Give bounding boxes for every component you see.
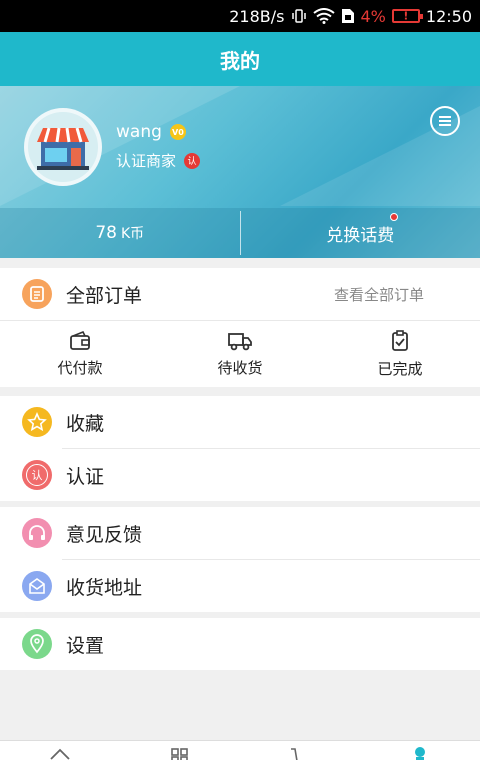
order-status-label: 待收货 — [217, 358, 263, 377]
tab-cart[interactable] — [240, 741, 360, 760]
clipboard-check-icon — [392, 329, 408, 351]
battery-percent: 4% — [360, 6, 386, 26]
favorites-label: 收藏 — [66, 412, 105, 435]
order-status-completed[interactable]: 已完成 — [320, 321, 480, 387]
sim-icon — [341, 8, 355, 24]
address-icon — [22, 571, 52, 601]
exchange-label: 兑换话费 — [326, 225, 395, 246]
orders-icon — [22, 279, 52, 309]
battery-icon: ! — [391, 9, 423, 23]
order-status-pending-receipt[interactable]: 待收货 — [160, 321, 320, 387]
truck-icon — [228, 332, 252, 350]
settings-row[interactable]: 设置 — [0, 618, 480, 670]
vibrate-icon — [291, 8, 307, 24]
tab-profile[interactable] — [360, 741, 480, 760]
coins-balance[interactable]: 78 K币 — [0, 208, 240, 258]
menu-group-settings: 设置 — [0, 618, 480, 670]
username: wang V0 — [116, 122, 186, 142]
profile-header: wang V0 认证商家 认 78 K币 兑换话费 — [0, 86, 480, 258]
certified-badge: 认 — [184, 152, 201, 169]
merchant-status: 认证商家 认 — [116, 150, 201, 171]
certification-row[interactable]: 认 认证 — [0, 449, 480, 501]
shop-icon — [37, 127, 89, 170]
avatar[interactable] — [24, 108, 102, 186]
message-icon[interactable] — [430, 106, 460, 136]
page-title: 我的 — [0, 32, 480, 86]
settings-label: 设置 — [66, 634, 105, 657]
favorites-row[interactable]: 收藏 — [0, 396, 480, 448]
feedback-row[interactable]: 意见反馈 — [0, 507, 480, 559]
profile-icon — [415, 747, 425, 760]
coins-value: 78 — [95, 223, 117, 243]
order-status-pending-payment[interactable]: 代付款 — [0, 321, 160, 387]
headphones-icon — [22, 518, 52, 548]
certification-label: 认证 — [66, 465, 105, 488]
tab-home[interactable] — [0, 741, 120, 760]
star-icon — [22, 407, 52, 437]
all-orders-label: 全部订单 — [66, 284, 143, 307]
tab-category[interactable] — [120, 741, 240, 760]
order-status-label: 已完成 — [377, 359, 423, 378]
feedback-label: 意见反馈 — [66, 523, 143, 546]
status-bar: 218B/s 4% ! 12:50 — [0, 0, 480, 32]
notification-dot — [390, 213, 398, 221]
merchant-label: 认证商家 — [116, 152, 177, 170]
order-status-bar: 代付款 待收货 已完成 — [0, 321, 480, 387]
vip-badge: V0 — [169, 124, 186, 140]
home-icon — [50, 748, 70, 760]
profile-stats: 78 K币 兑换话费 — [0, 208, 480, 258]
menu-group-favorites: 收藏 认 认证 — [0, 396, 480, 501]
wifi-icon — [312, 8, 335, 24]
menu-group-feedback: 意见反馈 收货地址 — [0, 507, 480, 612]
certify-icon: 认 — [22, 460, 52, 490]
location-icon — [22, 629, 52, 659]
all-orders-row[interactable]: 全部订单 查看全部订单 — [0, 268, 480, 320]
view-all-orders-link[interactable]: 查看全部订单 — [334, 284, 424, 305]
cart-icon — [291, 748, 298, 760]
address-row[interactable]: 收货地址 — [0, 560, 480, 612]
orders-section: 全部订单 查看全部订单 代付款 待收货 已完成 — [0, 268, 480, 387]
address-label: 收货地址 — [66, 576, 143, 599]
exchange-phone-credit-button[interactable]: 兑换话费 — [241, 208, 480, 258]
wallet-icon — [70, 330, 90, 350]
username-text: wang — [116, 122, 162, 142]
bottom-nav — [0, 740, 480, 760]
clock: 12:50 — [425, 6, 472, 26]
network-speed: 218B/s — [229, 6, 285, 26]
category-icon — [171, 748, 188, 760]
coins-unit: K币 — [120, 226, 145, 242]
order-status-label: 代付款 — [57, 358, 103, 377]
